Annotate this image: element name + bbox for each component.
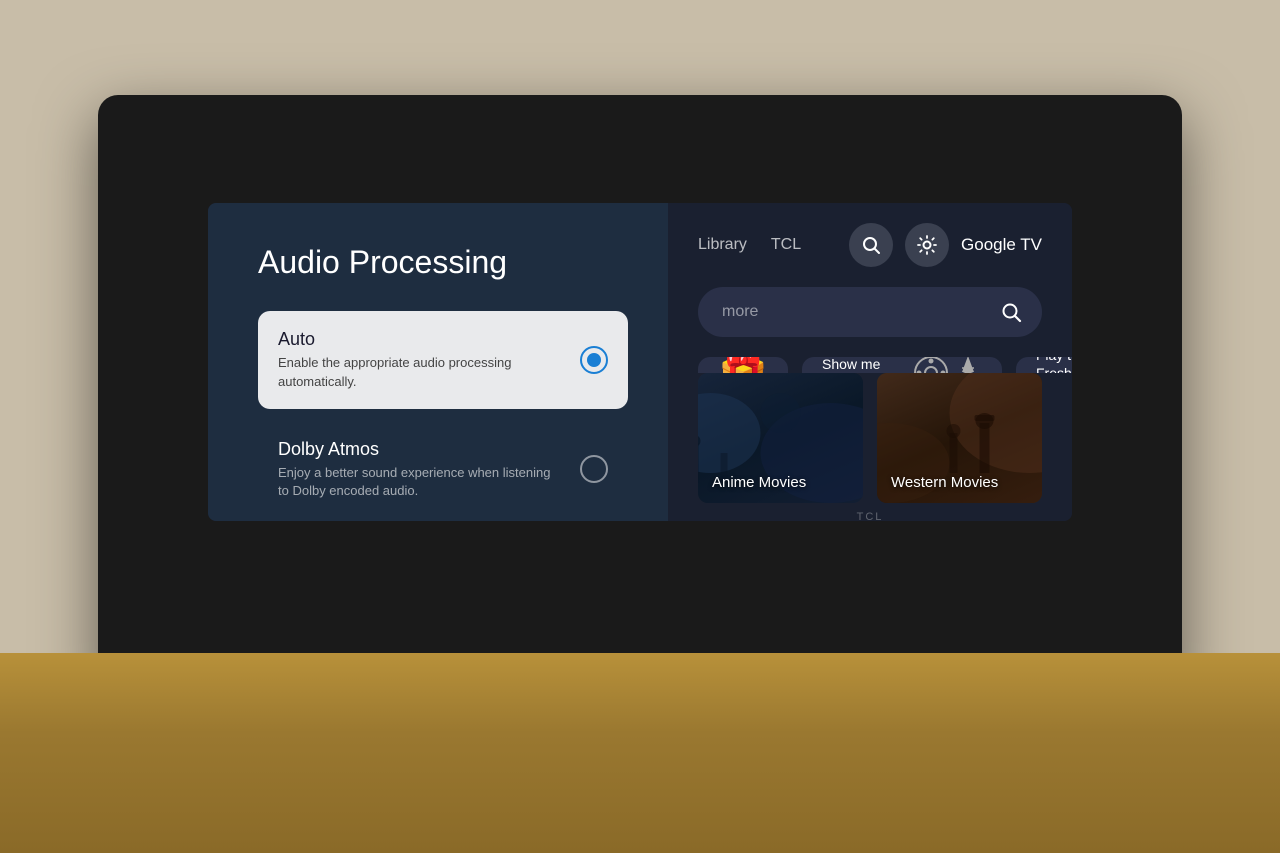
option-dolby-name: Dolby Atmos <box>278 439 558 460</box>
tv-bezel: Audio Processing Auto Enable the appropr… <box>98 95 1182 693</box>
audio-processing-panel: Audio Processing Auto Enable the appropr… <box>208 203 668 521</box>
tv-header: Library TCL <box>668 203 1072 287</box>
wood-table <box>0 653 1280 853</box>
nav-item-library[interactable]: Library <box>698 230 747 260</box>
google-tv-panel: Library TCL <box>668 203 1072 521</box>
option-auto-desc: Enable the appropriate audio processing … <box>278 354 558 390</box>
option-dolby-desc: Enjoy a better sound experience when lis… <box>278 464 558 500</box>
content-row: Anime Movies <box>698 373 1042 503</box>
tcl-bottom-label: TCL <box>668 503 1072 521</box>
suggestion-french-films[interactable]: Show me French films <box>802 357 1002 373</box>
suggestion-fresh-air-text: Play the Fresh Air podcast <box>1036 357 1072 373</box>
search-placeholder: more <box>722 303 758 321</box>
settings-icon-button[interactable] <box>905 223 949 267</box>
search-bar[interactable]: more <box>698 287 1042 337</box>
western-thumbnail: Western Movies <box>877 373 1042 503</box>
suggestion-gift[interactable]: 🎁 <box>698 357 788 373</box>
search-submit-icon[interactable] <box>1000 301 1022 323</box>
gear-icon <box>916 234 938 256</box>
option-auto-text: Auto Enable the appropriate audio proces… <box>278 329 558 390</box>
search-icon-button[interactable] <box>849 223 893 267</box>
french-film-icons <box>912 357 982 373</box>
option-dts-virtual[interactable]: DTS Virtual:X Enjoy a better sound exper… <box>258 518 628 521</box>
option-dolby-atmos[interactable]: Dolby Atmos Enjoy a better sound experie… <box>258 421 628 518</box>
option-auto[interactable]: Auto Enable the appropriate audio proces… <box>258 311 628 408</box>
option-dolby-text: Dolby Atmos Enjoy a better sound experie… <box>278 439 558 500</box>
suggestions-row: 🎁 Show me French films <box>668 357 1072 373</box>
nav-item-tcl[interactable]: TCL <box>771 230 801 260</box>
radio-auto-selected <box>580 346 608 374</box>
audio-panel-title: Audio Processing <box>258 243 628 281</box>
google-tv-label: Google TV <box>961 235 1042 255</box>
search-magnifier-icon <box>1000 301 1022 323</box>
tv-screen: Audio Processing Auto Enable the appropr… <box>208 203 1072 521</box>
content-card-anime[interactable]: Anime Movies <box>698 373 863 503</box>
gift-icon: 🎁 <box>718 357 768 373</box>
search-icon <box>861 235 881 255</box>
suggestion-fresh-air[interactable]: Play the Fresh Air podcast <box>1016 357 1072 373</box>
eiffel-tower-icon <box>954 357 982 373</box>
header-right: Google TV <box>849 223 1042 267</box>
anime-thumbnail: Anime Movies <box>698 373 863 503</box>
nav-items: Library TCL <box>698 230 801 260</box>
content-section: Anime Movies <box>668 373 1072 503</box>
room-container: Audio Processing Auto Enable the appropr… <box>0 0 1280 853</box>
radio-dolby-unselected <box>580 455 608 483</box>
anime-label: Anime Movies <box>712 474 806 491</box>
content-card-western[interactable]: Western Movies <box>877 373 1042 503</box>
film-reel-icon <box>912 357 950 373</box>
option-auto-name: Auto <box>278 329 558 350</box>
western-label: Western Movies <box>891 474 998 491</box>
suggestion-french-text: Show me French films <box>822 357 902 373</box>
